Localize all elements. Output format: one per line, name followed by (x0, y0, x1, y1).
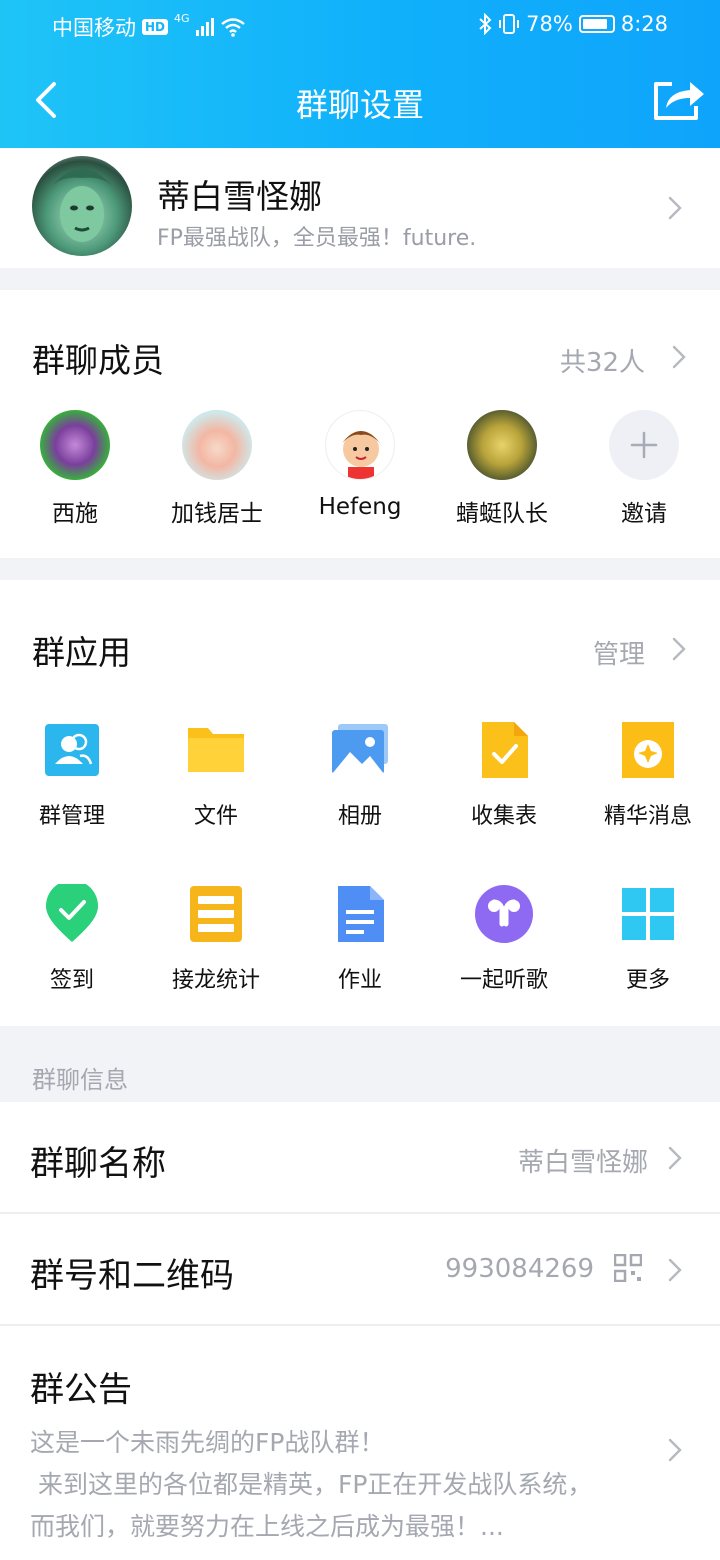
battery-icon (578, 15, 615, 33)
member-name: Hefeng (318, 494, 402, 520)
page-title: 群聊设置 (295, 86, 424, 124)
app-collection-form[interactable]: 收集表 (432, 720, 576, 830)
members-title: 群聊成员 (32, 341, 164, 380)
app-check-in[interactable]: 签到 (0, 880, 144, 994)
group-notice-title: 群公告 (30, 1370, 132, 1410)
apps-manage-link[interactable]: 管理 (593, 634, 645, 671)
hd-badge: HD (142, 19, 169, 35)
app-label: 群管理 (38, 804, 105, 829)
group-name-row-value: 蒂白雪怪娜 (517, 1148, 648, 1178)
member-item[interactable]: 西施 (10, 410, 140, 528)
collection-form-icon (482, 722, 528, 778)
app-listen-together[interactable]: 一起听歌 (432, 884, 576, 994)
app-label: 文件 (193, 804, 238, 829)
member-avatar (182, 410, 252, 480)
chevron-right-icon[interactable] (672, 637, 686, 661)
app-label: 接龙统计 (171, 968, 260, 993)
member-item[interactable]: 蜻蜓队长 (437, 410, 567, 528)
group-number-value: 993084269 (445, 1254, 594, 1284)
app-relay-stats[interactable]: 接龙统计 (144, 884, 288, 994)
qr-code-icon (614, 1254, 642, 1282)
app-label: 精华消息 (603, 804, 692, 829)
group-number-row[interactable]: 群号和二维码 993084269 (0, 1214, 720, 1324)
app-label: 签到 (49, 968, 94, 993)
member-item[interactable]: Hefeng (295, 410, 425, 520)
vibrate-icon (499, 14, 520, 34)
chevron-right-icon (668, 1258, 682, 1282)
member-name: 加钱居士 (171, 501, 263, 527)
check-in-icon (46, 880, 98, 942)
member-avatar (325, 410, 395, 480)
app-label: 相册 (337, 804, 382, 829)
member-avatar (40, 410, 110, 480)
more-apps-icon (622, 888, 674, 940)
chevron-right-icon (668, 196, 682, 220)
chevron-right-icon (668, 1146, 682, 1170)
nav-bar: 群聊设置 (0, 60, 720, 140)
signal-icon (195, 18, 214, 36)
bluetooth-icon (479, 13, 492, 35)
app-group-manage[interactable]: 群管理 (0, 720, 144, 830)
group-name: 蒂白雪怪娜 (157, 177, 322, 216)
listen-together-icon (475, 885, 533, 943)
status-bar: 中国移动 HD 4G 78% 8:28 (0, 0, 720, 50)
group-profile-card[interactable]: 蒂白雪怪娜 FP最强战队，全员最强！future. (0, 148, 720, 268)
member-name: 蜻蜓队长 (456, 501, 548, 527)
clock: 8:28 (620, 12, 668, 36)
app-essence-message[interactable]: 精华消息 (576, 720, 720, 830)
app-label: 作业 (337, 968, 382, 993)
member-name: 西施 (52, 501, 98, 527)
notice-line: 而我们，就要努力在上线之后成为最强！... (30, 1512, 504, 1541)
member-avatar (467, 410, 537, 480)
notice-line: 来到这里的各位都是精英，FP正在开发战队系统， (30, 1470, 593, 1499)
wifi-icon (220, 18, 245, 37)
group-apps-section: 群应用 管理 群管理 文件 相册 收集表 精华消息 签到 接龙统计 作业 一起听… (0, 580, 720, 1026)
member-count[interactable]: 共32人 (560, 342, 645, 379)
app-label: 收集表 (470, 804, 537, 829)
notice-line: 这是一个未雨先绸的FP战队群！ (30, 1428, 385, 1457)
essence-message-icon (622, 722, 674, 778)
group-manage-icon (45, 724, 99, 776)
battery-percent: 78% (526, 12, 573, 36)
group-avatar (32, 156, 132, 256)
group-name-row-title: 群聊名称 (30, 1144, 166, 1184)
chevron-right-icon[interactable] (672, 345, 686, 369)
chevron-right-icon (668, 1438, 682, 1462)
share-icon[interactable] (650, 74, 706, 124)
members-section: 群聊成员 共32人 西施 加钱居士 Hefeng 蜻蜓队长 邀请 (0, 290, 720, 558)
app-label: 更多 (625, 968, 670, 993)
apps-title: 群应用 (32, 633, 131, 672)
app-homework[interactable]: 作业 (288, 884, 432, 994)
info-section-label: 群聊信息 (32, 1066, 128, 1094)
app-more[interactable]: 更多 (576, 884, 720, 994)
photo-album-icon (332, 724, 388, 774)
group-notice-text: 这是一个未雨先绸的FP战队群！ 来到这里的各位都是精英，FP正在开发战队系统， … (30, 1422, 650, 1548)
app-photo-album[interactable]: 相册 (288, 720, 432, 830)
group-name-row[interactable]: 群聊名称 蒂白雪怪娜 (0, 1102, 720, 1212)
group-number-row-title: 群号和二维码 (30, 1256, 234, 1296)
homework-icon (338, 886, 384, 942)
app-files[interactable]: 文件 (144, 720, 288, 830)
app-label: 一起听歌 (459, 968, 548, 993)
relay-stats-icon (190, 886, 242, 942)
invite-member-button[interactable]: 邀请 (579, 410, 709, 528)
folder-icon (188, 728, 244, 772)
invite-label: 邀请 (621, 501, 667, 527)
group-description: FP最强战队，全员最强！future. (157, 226, 477, 251)
network-label: 4G (174, 12, 190, 25)
header: 中国移动 HD 4G 78% 8:28 群聊设置 (0, 0, 720, 148)
member-item[interactable]: 加钱居士 (152, 410, 282, 528)
plus-icon (609, 410, 679, 480)
carrier-label: 中国移动 (52, 16, 136, 40)
